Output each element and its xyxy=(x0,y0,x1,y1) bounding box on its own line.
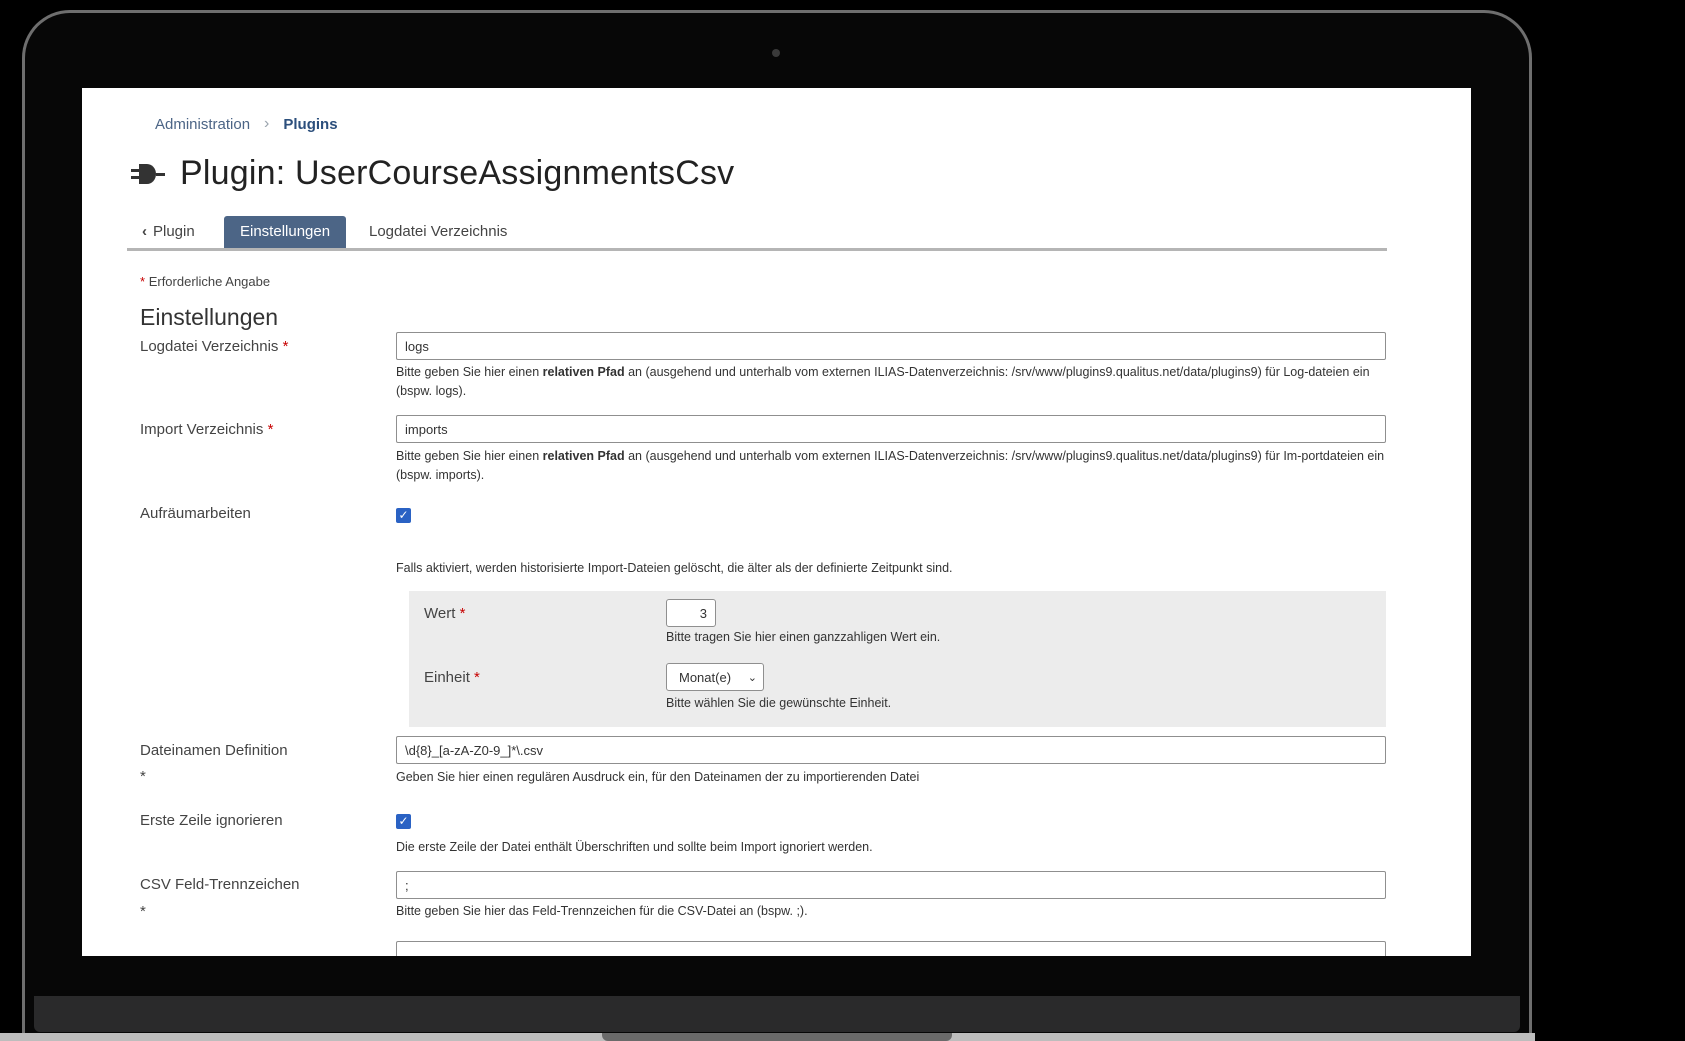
wert-label: Wert * xyxy=(424,605,465,622)
firstrow-checkbox[interactable]: ✓ xyxy=(396,814,411,829)
einheit-label-text: Einheit xyxy=(424,669,470,686)
required-star: * xyxy=(474,669,480,686)
required-star: * xyxy=(459,605,466,622)
required-star: * xyxy=(140,903,146,920)
browser-screen: Administration › Plugins Plugin: UserCou… xyxy=(82,88,1471,956)
wert-help: Bitte tragen Sie hier einen ganzzahligen… xyxy=(666,630,941,644)
cleanup-checkbox[interactable]: ✓ xyxy=(396,508,411,523)
importdir-help-pre: Bitte geben Sie hier einen xyxy=(396,449,543,463)
breadcrumb: Administration › Plugins xyxy=(155,115,338,133)
required-note-text: Erforderliche Angabe xyxy=(148,274,271,289)
laptop-base xyxy=(34,996,1520,1032)
firstrow-help: Die erste Zeile der Datei enthält Übersc… xyxy=(396,840,873,854)
filename-help: Geben Sie hier einen regulären Ausdruck … xyxy=(396,770,920,784)
logdir-help-pre: Bitte geben Sie hier einen xyxy=(396,365,543,379)
filename-input[interactable]: \d{8}_[a-zA-Z0-9_]*\.csv xyxy=(396,736,1386,764)
section-title: Einstellungen xyxy=(140,304,279,330)
tab-back-label: Plugin xyxy=(153,223,195,240)
wert-input[interactable]: 3 xyxy=(666,599,716,627)
einheit-label: Einheit * xyxy=(424,669,480,686)
breadcrumb-plugins[interactable]: Plugins xyxy=(283,116,337,133)
filename-label: Dateinamen Definition xyxy=(140,742,288,759)
importdir-label: Import Verzeichnis * xyxy=(140,421,273,438)
tab-back-plugin[interactable]: ‹ Plugin xyxy=(142,216,195,248)
camera-icon xyxy=(772,49,780,57)
tab-einstellungen[interactable]: Einstellungen xyxy=(224,216,347,248)
plug-icon xyxy=(131,163,165,184)
chevron-right-icon: › xyxy=(264,115,270,132)
required-star: * xyxy=(267,421,274,438)
wert-label-text: Wert xyxy=(424,605,456,622)
importdir-help: Bitte geben Sie hier einen relativen Pfa… xyxy=(396,447,1386,485)
next-field-input[interactable] xyxy=(396,941,1386,956)
firstrow-label: Erste Zeile ignorieren xyxy=(140,812,283,829)
tab-logdatei-verzeichnis[interactable]: Logdatei Verzeichnis xyxy=(369,216,507,248)
required-star: * xyxy=(140,274,146,289)
importdir-input[interactable]: imports xyxy=(396,415,1386,443)
einheit-select-value: Monat(e) xyxy=(679,670,732,685)
required-note: * Erforderliche Angabe xyxy=(140,274,270,289)
einheit-help: Bitte wählen Sie die gewünschte Einheit. xyxy=(666,696,892,710)
page-header: Plugin: UserCourseAssignmentsCsv xyxy=(130,154,734,193)
separator-help: Bitte geben Sie hier das Feld-Trennzeich… xyxy=(396,904,808,918)
chevron-left-icon: ‹ xyxy=(142,223,147,240)
logdir-label: Logdatei Verzeichnis * xyxy=(140,338,288,355)
logdir-input[interactable]: logs xyxy=(396,332,1386,360)
tab-bar: ‹ Plugin Einstellungen Logdatei Verzeichn… xyxy=(127,216,1387,251)
importdir-label-text: Import Verzeichnis xyxy=(140,421,264,438)
importdir-help-bold: relativen Pfad xyxy=(542,449,625,463)
separator-label: CSV Feld-Trennzeichen xyxy=(140,876,300,893)
cleanup-help: Falls aktiviert, werden historisierte Im… xyxy=(396,561,953,575)
required-star: * xyxy=(140,768,146,785)
einheit-select[interactable]: Monat(e) ⌄ xyxy=(666,663,764,691)
cleanup-label: Aufräumarbeiten xyxy=(140,505,251,522)
logdir-label-text: Logdatei Verzeichnis xyxy=(140,338,279,355)
chevron-down-icon: ⌄ xyxy=(747,672,757,684)
breadcrumb-administration[interactable]: Administration xyxy=(155,116,250,133)
logdir-help-bold: relativen Pfad xyxy=(542,365,625,379)
page-title: Plugin: UserCourseAssignmentsCsv xyxy=(180,154,735,192)
laptop-notch xyxy=(602,1033,952,1041)
logdir-help: Bitte geben Sie hier einen relativen Pfa… xyxy=(396,363,1386,401)
cleanup-subform: Wert * 3 Bitte tragen Sie hier einen gan… xyxy=(409,591,1386,727)
separator-input[interactable]: ; xyxy=(396,871,1386,899)
required-star: * xyxy=(282,338,289,355)
